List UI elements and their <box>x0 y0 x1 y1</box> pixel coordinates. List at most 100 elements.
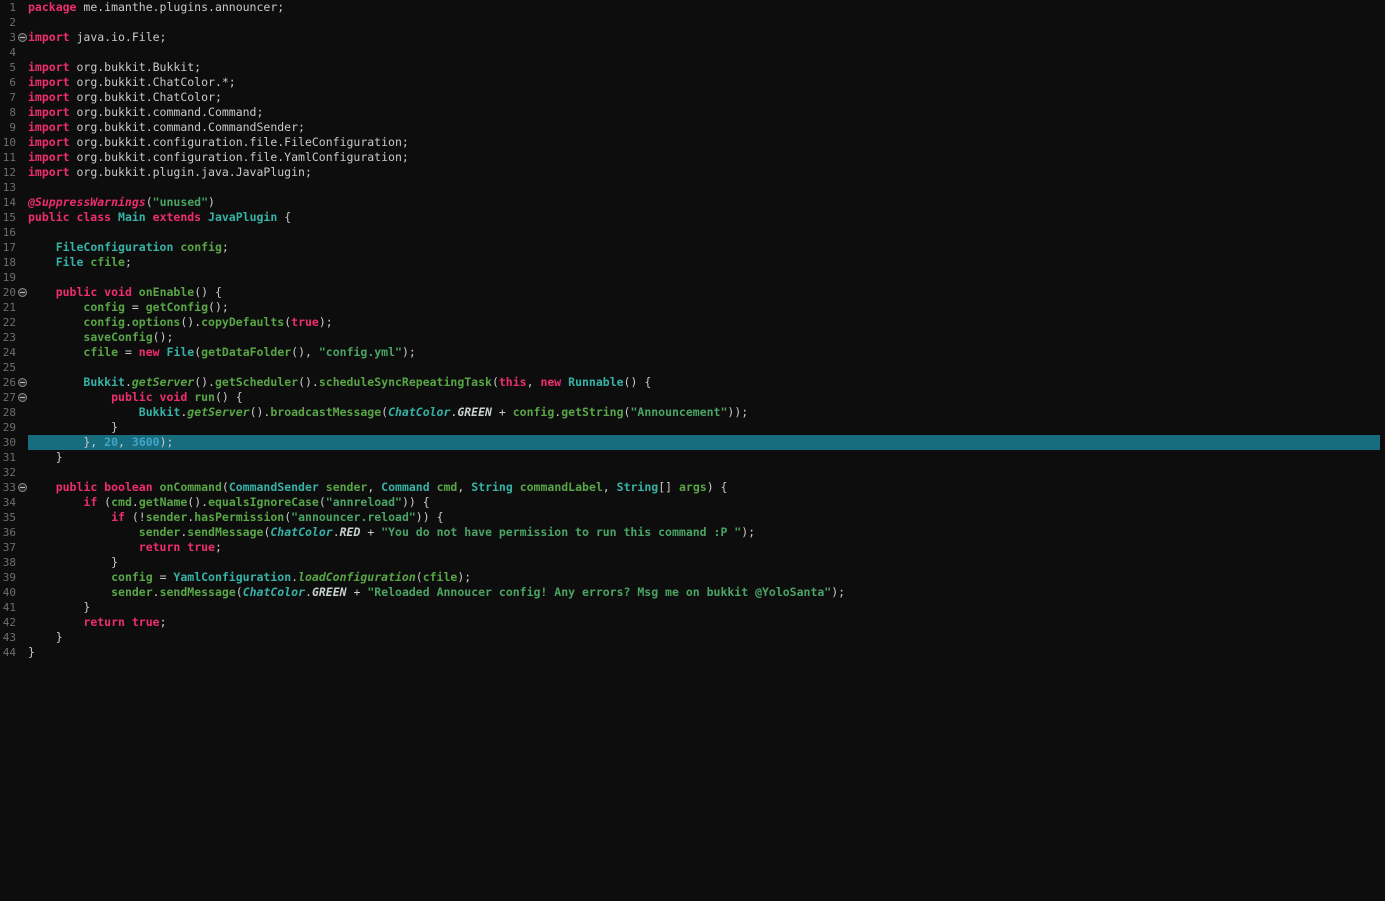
code-text[interactable]: import org.bukkit.command.CommandSender; <box>28 120 1380 135</box>
fold-column <box>16 645 28 660</box>
code-text[interactable] <box>28 270 1380 285</box>
code-text[interactable]: import org.bukkit.Bukkit; <box>28 60 1380 75</box>
code-text[interactable]: return true; <box>28 615 1380 630</box>
code-line[interactable]: 35 if (!sender.hasPermission("announcer.… <box>0 510 1385 525</box>
fold-collapse-icon[interactable] <box>18 393 27 402</box>
line-number: 29 <box>2 421 16 434</box>
code-line[interactable]: 2 <box>0 15 1385 30</box>
line-number: 4 <box>9 46 16 59</box>
code-line[interactable]: 7 import org.bukkit.ChatColor; <box>0 90 1385 105</box>
code-line[interactable]: 3 import java.io.File; <box>0 30 1385 45</box>
code-text[interactable]: config = getConfig(); <box>28 300 1380 315</box>
code-text[interactable] <box>28 45 1380 60</box>
code-text[interactable]: package me.imanthe.plugins.announcer; <box>28 0 1380 15</box>
code-line[interactable]: 10 import org.bukkit.configuration.file.F… <box>0 135 1385 150</box>
code-line[interactable]: 32 <box>0 465 1385 480</box>
code-text[interactable]: import org.bukkit.ChatColor.*; <box>28 75 1380 90</box>
line-number: 20 <box>2 286 16 299</box>
code-line[interactable]: 29 } <box>0 420 1385 435</box>
code-text[interactable]: Bukkit.getServer().broadcastMessage(Chat… <box>28 405 1380 420</box>
code-text[interactable]: File cfile; <box>28 255 1380 270</box>
code-text[interactable]: import org.bukkit.configuration.file.Fil… <box>28 135 1380 150</box>
code-text[interactable] <box>28 180 1380 195</box>
code-text[interactable]: }, 20, 3600); <box>28 435 1380 450</box>
code-line[interactable]: 16 <box>0 225 1385 240</box>
code-text[interactable] <box>28 15 1380 30</box>
fold-collapse-icon[interactable] <box>18 378 27 387</box>
code-line[interactable]: 4 <box>0 45 1385 60</box>
code-line[interactable]: 31 } <box>0 450 1385 465</box>
fold-collapse-icon[interactable] <box>18 33 27 42</box>
code-line[interactable]: 25 <box>0 360 1385 375</box>
code-text[interactable]: config.options().copyDefaults(true); <box>28 315 1380 330</box>
code-text[interactable]: } <box>28 630 1380 645</box>
code-line[interactable]: 17 FileConfiguration config; <box>0 240 1385 255</box>
code-line[interactable]: 9 import org.bukkit.command.CommandSender… <box>0 120 1385 135</box>
code-text[interactable]: import org.bukkit.plugin.java.JavaPlugin… <box>28 165 1380 180</box>
code-line[interactable]: 6 import org.bukkit.ChatColor.*; <box>0 75 1385 90</box>
code-text[interactable]: public void run() { <box>28 390 1380 405</box>
code-line-highlighted[interactable]: 30 }, 20, 3600); <box>0 435 1385 450</box>
code-line[interactable]: 37 return true; <box>0 540 1385 555</box>
code-text[interactable]: sender.sendMessage(ChatColor.RED + "You … <box>28 525 1380 540</box>
code-text[interactable]: saveConfig(); <box>28 330 1380 345</box>
code-text[interactable]: } <box>28 450 1380 465</box>
fold-collapse-icon[interactable] <box>18 288 27 297</box>
code-line[interactable]: 13 <box>0 180 1385 195</box>
code-line[interactable]: 44} <box>0 645 1385 660</box>
fold-collapse-icon[interactable] <box>18 483 27 492</box>
code-line[interactable]: 22 config.options().copyDefaults(true); <box>0 315 1385 330</box>
code-text[interactable] <box>28 225 1380 240</box>
code-line[interactable]: 26 Bukkit.getServer().getScheduler().sch… <box>0 375 1385 390</box>
code-line[interactable]: 36 sender.sendMessage(ChatColor.RED + "Y… <box>0 525 1385 540</box>
code-text[interactable]: public boolean onCommand(CommandSender s… <box>28 480 1380 495</box>
code-line[interactable]: 43 } <box>0 630 1385 645</box>
code-text[interactable]: cfile = new File(getDataFolder(), "confi… <box>28 345 1380 360</box>
code-line[interactable]: 21 config = getConfig(); <box>0 300 1385 315</box>
line-number: 14 <box>2 196 16 209</box>
code-line[interactable]: 15 public class Main extends JavaPlugin { <box>0 210 1385 225</box>
code-line[interactable]: 14 @SuppressWarnings("unused") <box>0 195 1385 210</box>
code-text[interactable]: import org.bukkit.command.Command; <box>28 105 1380 120</box>
code-text[interactable]: } <box>28 555 1380 570</box>
code-text[interactable]: } <box>28 600 1380 615</box>
code-line[interactable]: 41 } <box>0 600 1385 615</box>
code-line[interactable]: 23 saveConfig(); <box>0 330 1385 345</box>
code-line[interactable]: 42 return true; <box>0 615 1385 630</box>
code-editor[interactable]: 1 package me.imanthe.plugins.announcer; 2 3… <box>0 0 1385 901</box>
code-text[interactable]: return true; <box>28 540 1380 555</box>
code-text[interactable]: import org.bukkit.ChatColor; <box>28 90 1380 105</box>
code-line[interactable]: 11 import org.bukkit.configuration.file.Y… <box>0 150 1385 165</box>
code-text[interactable]: sender.sendMessage(ChatColor.GREEN + "Re… <box>28 585 1380 600</box>
code-text[interactable]: public void onEnable() { <box>28 285 1380 300</box>
code-line[interactable]: 34 if (cmd.getName().equalsIgnoreCase("a… <box>0 495 1385 510</box>
code-text[interactable]: } <box>28 420 1380 435</box>
code-text[interactable]: if (!sender.hasPermission("announcer.rel… <box>28 510 1380 525</box>
code-line[interactable]: 27 public void run() { <box>0 390 1385 405</box>
code-line[interactable]: 40 sender.sendMessage(ChatColor.GREEN + … <box>0 585 1385 600</box>
code-line[interactable]: 18 File cfile; <box>0 255 1385 270</box>
line-number: 32 <box>2 466 16 479</box>
code-line[interactable]: 33 public boolean onCommand(CommandSende… <box>0 480 1385 495</box>
code-text[interactable]: @SuppressWarnings("unused") <box>28 195 1380 210</box>
code-line[interactable]: 38 } <box>0 555 1385 570</box>
code-text[interactable]: Bukkit.getServer().getScheduler().schedu… <box>28 375 1380 390</box>
code-text[interactable]: import org.bukkit.configuration.file.Yam… <box>28 150 1380 165</box>
code-line[interactable]: 1 package me.imanthe.plugins.announcer; <box>0 0 1385 15</box>
code-text[interactable]: config = YamlConfiguration.loadConfigura… <box>28 570 1380 585</box>
code-text[interactable]: public class Main extends JavaPlugin { <box>28 210 1380 225</box>
code-text[interactable]: if (cmd.getName().equalsIgnoreCase("annr… <box>28 495 1380 510</box>
code-text[interactable]: FileConfiguration config; <box>28 240 1380 255</box>
code-line[interactable]: 20 public void onEnable() { <box>0 285 1385 300</box>
code-line[interactable]: 8 import org.bukkit.command.Command; <box>0 105 1385 120</box>
code-line[interactable]: 39 config = YamlConfiguration.loadConfig… <box>0 570 1385 585</box>
code-line[interactable]: 19 <box>0 270 1385 285</box>
code-line[interactable]: 28 Bukkit.getServer().broadcastMessage(C… <box>0 405 1385 420</box>
code-text[interactable]: } <box>28 645 1380 660</box>
code-text[interactable] <box>28 360 1380 375</box>
code-line[interactable]: 24 cfile = new File(getDataFolder(), "co… <box>0 345 1385 360</box>
code-line[interactable]: 12 import org.bukkit.plugin.java.JavaPlug… <box>0 165 1385 180</box>
code-line[interactable]: 5 import org.bukkit.Bukkit; <box>0 60 1385 75</box>
code-text[interactable]: import java.io.File; <box>28 30 1380 45</box>
code-text[interactable] <box>28 465 1380 480</box>
